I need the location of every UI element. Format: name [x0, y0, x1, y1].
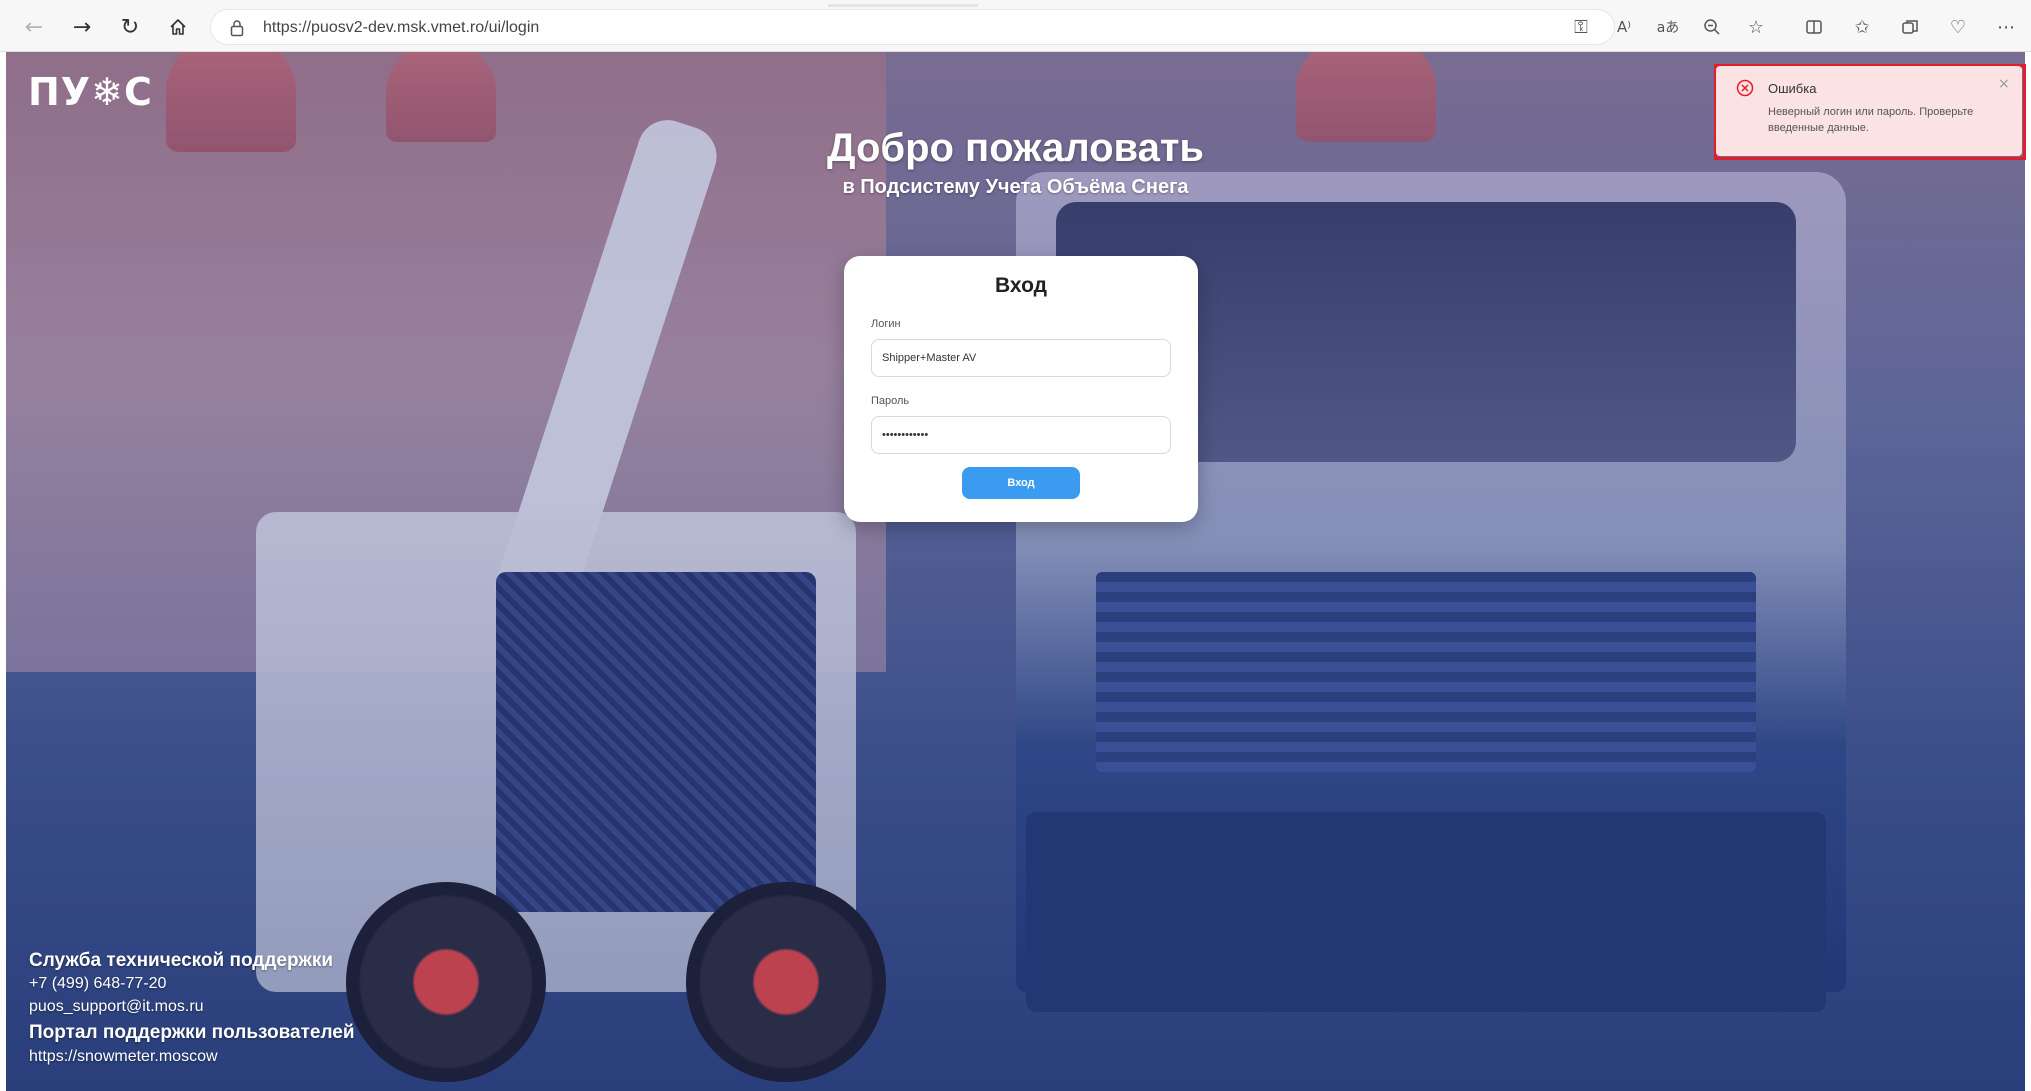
- welcome-subtitle: в Подсистему Учета Объёма Снега: [842, 176, 1189, 198]
- favorites-button[interactable]: ✩: [1848, 13, 1876, 41]
- more-icon: ⋯: [1997, 16, 2015, 38]
- refresh-icon: ↻: [120, 14, 140, 40]
- key-icon: ⚿: [1574, 16, 1588, 38]
- error-circle-icon: [1736, 79, 1754, 97]
- password-label: Пароль: [871, 395, 910, 407]
- key-button[interactable]: ⚿: [1567, 13, 1595, 41]
- browser-toolbar: ← → ↻ https://puosv2-dev.msk.vmet.ro/ui/…: [0, 0, 2031, 52]
- collections-icon: [1902, 20, 1918, 34]
- split-screen-button[interactable]: [1800, 13, 1828, 41]
- login-page: ПУ❄С Добро пожаловать в Подсистему Учета…: [6, 52, 2025, 1091]
- support-phone: +7 (499) 648-77-20: [29, 975, 167, 992]
- back-button[interactable]: ←: [18, 11, 50, 43]
- arrow-right-icon: →: [72, 14, 92, 40]
- read-aloud-icon: A⁾: [1617, 18, 1631, 36]
- favorite-button[interactable]: ☆: [1742, 13, 1770, 41]
- url-text[interactable]: https://puosv2-dev.msk.vmet.ro/ui/login: [263, 19, 539, 37]
- login-input[interactable]: [871, 339, 1171, 377]
- split-screen-icon: [1806, 20, 1822, 34]
- portal-title: Портал поддержки пользователей: [29, 1022, 355, 1043]
- toast-title: Ошибка: [1768, 81, 1817, 96]
- login-submit-button[interactable]: Вход: [962, 467, 1080, 499]
- translate-icon: aあ: [1656, 20, 1680, 36]
- error-toast: Ошибка Неверный логин или пароль. Провер…: [1716, 66, 2022, 156]
- zoom-out-button[interactable]: [1698, 13, 1726, 41]
- lock-icon[interactable]: [229, 19, 245, 37]
- zoom-out-icon: [1704, 19, 1720, 35]
- more-button[interactable]: ⋯: [1992, 13, 2020, 41]
- translate-button[interactable]: aあ: [1654, 13, 1682, 41]
- arrow-left-icon: ←: [24, 14, 44, 40]
- collections-button[interactable]: [1896, 13, 1924, 41]
- browser-essentials-icon: ♡: [1949, 16, 1967, 38]
- background-photo: [6, 52, 2025, 1091]
- home-icon: [170, 19, 186, 35]
- password-input[interactable]: [871, 416, 1171, 454]
- refresh-button[interactable]: ↻: [114, 11, 146, 43]
- support-title: Служба технической поддержки: [29, 950, 334, 971]
- logo: ПУ❄С: [28, 70, 153, 114]
- address-bar[interactable]: https://puosv2-dev.msk.vmet.ro/ui/login: [210, 9, 1615, 45]
- login-card-title: Вход: [995, 274, 1047, 297]
- overlay-tint: [6, 52, 2025, 1091]
- forward-button[interactable]: →: [66, 11, 98, 43]
- read-aloud-button[interactable]: A⁾: [1610, 13, 1638, 41]
- toast-close-button[interactable]: ×: [1998, 76, 2010, 92]
- portal-link[interactable]: https://snowmeter.moscow: [29, 1048, 218, 1066]
- tab-indicator: [828, 4, 978, 7]
- browser-essentials-button[interactable]: ♡: [1944, 13, 1972, 41]
- support-email[interactable]: puos_support@it.mos.ru: [29, 998, 204, 1016]
- toast-message: Неверный логин или пароль. Проверьте вве…: [1768, 106, 1974, 134]
- star-icon: ☆: [1747, 16, 1765, 38]
- home-button[interactable]: [162, 11, 194, 43]
- login-label: Логин: [871, 318, 901, 330]
- favorites-icon: ✩: [1854, 16, 1870, 38]
- login-card: Вход Логин Пароль Вход: [844, 256, 1198, 522]
